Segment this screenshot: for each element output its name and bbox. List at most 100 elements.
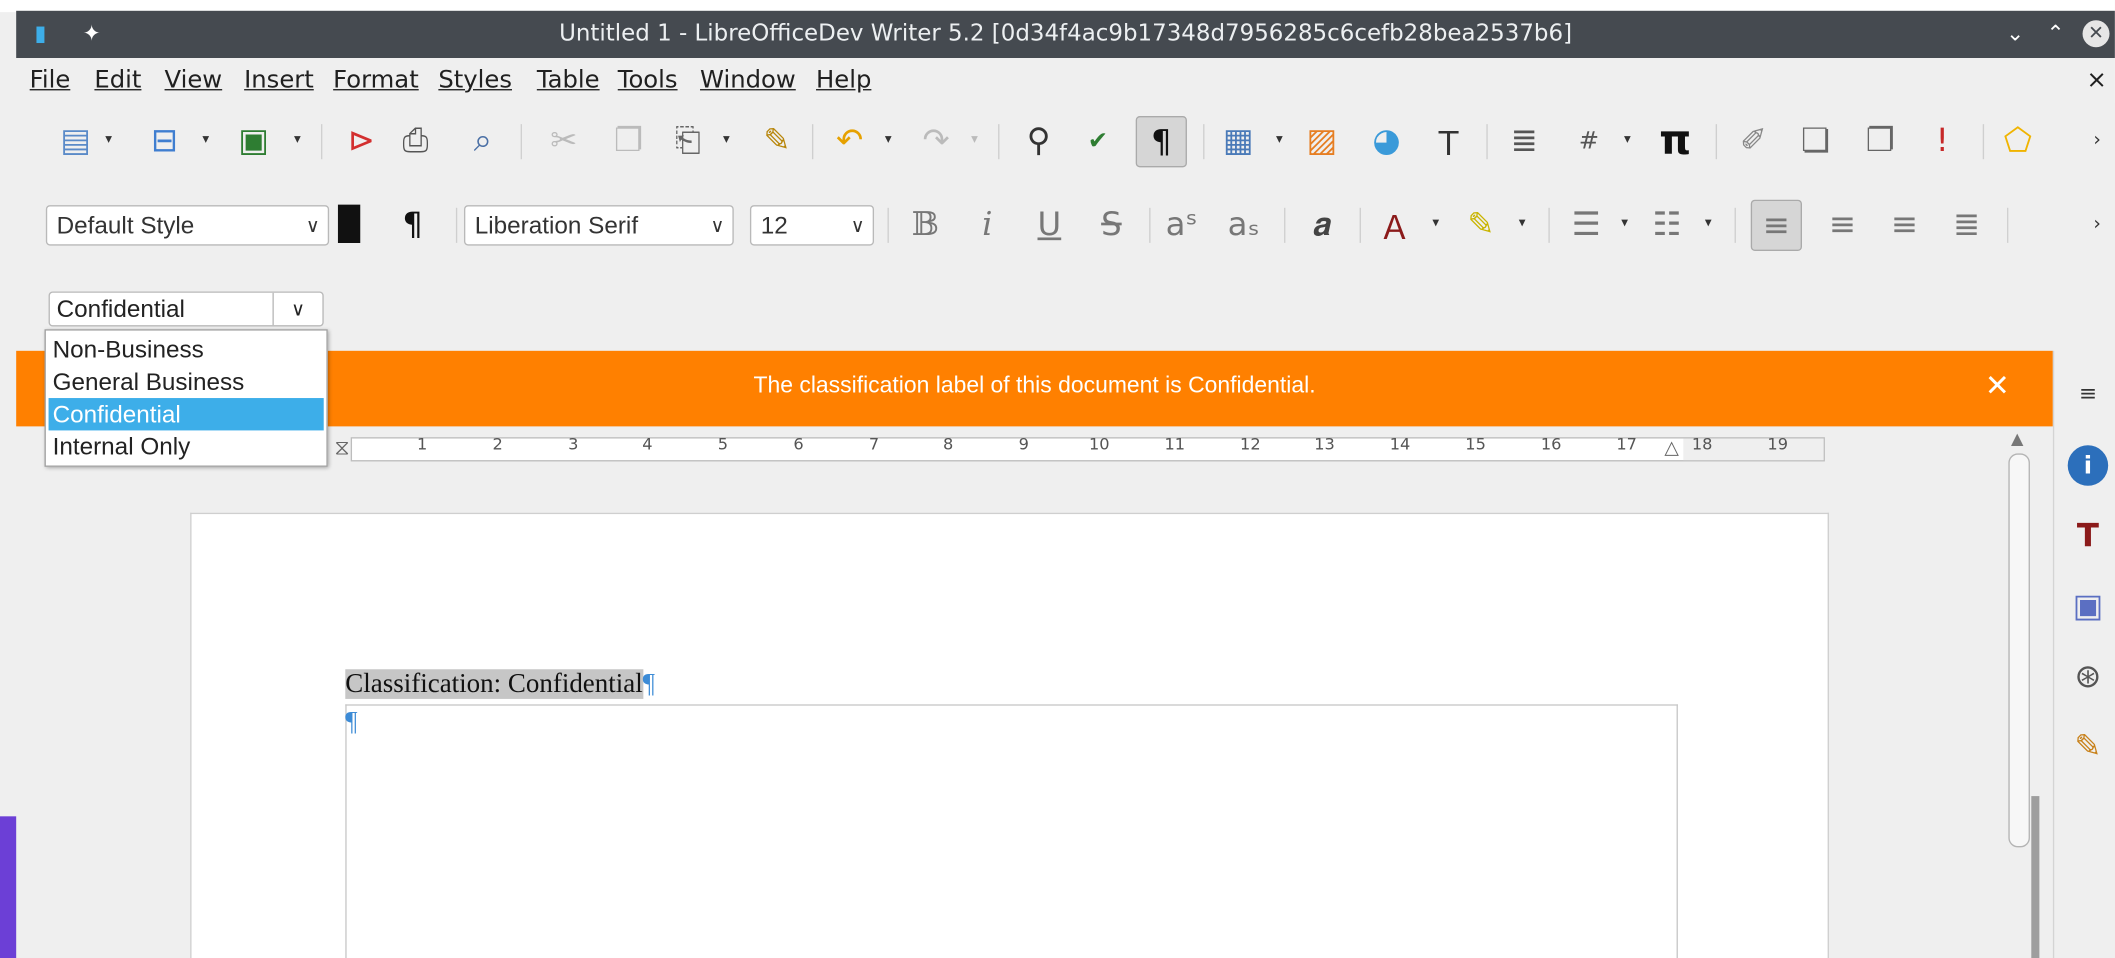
italic-icon[interactable]: i	[963, 200, 1012, 249]
chevron-down-icon[interactable]: ∨	[306, 206, 320, 244]
spelling-icon[interactable]: ✔	[1074, 116, 1123, 165]
gallery-icon[interactable]: ▣	[2065, 583, 2111, 629]
field-dropdown-icon[interactable]: ▾	[1624, 132, 1637, 147]
highlight-dropdown-icon[interactable]: ▾	[1519, 216, 1532, 231]
close-document-icon[interactable]: ×	[2086, 66, 2106, 94]
classification-option[interactable]: General Business	[49, 366, 324, 398]
superscript-icon[interactable]: aˢ	[1157, 200, 1206, 249]
toolbar-overflow-icon[interactable]: ›	[2093, 213, 2106, 235]
scrollbar-thumb[interactable]	[2008, 453, 2030, 848]
font-color-dropdown-icon[interactable]: ▾	[1432, 216, 1445, 231]
insert-image-icon[interactable]: ▨	[1298, 116, 1347, 165]
clear-formatting-icon[interactable]: 𝒂	[1298, 200, 1347, 249]
font-color-icon[interactable]: Ａ	[1370, 200, 1419, 249]
insert-chart-icon[interactable]: ◕	[1362, 116, 1411, 165]
paste-dropdown-icon[interactable]: ▾	[723, 132, 736, 147]
insert-hyperlink-icon[interactable]: ✐	[1729, 116, 1778, 165]
subscript-icon[interactable]: aₛ	[1219, 200, 1268, 249]
strikethrough-icon[interactable]: S	[1087, 200, 1136, 249]
menu-file[interactable]: File	[30, 66, 71, 94]
save-dropdown-icon[interactable]: ▾	[294, 132, 307, 147]
new-dropdown-icon[interactable]: ▾	[105, 132, 118, 147]
clone-formatting-icon[interactable]: ✎	[753, 116, 802, 165]
font-name-combo[interactable]: Liberation Serif ∨	[463, 205, 734, 246]
bold-icon[interactable]: 𝔹	[901, 200, 950, 249]
properties-icon[interactable]: i	[2067, 445, 2109, 486]
paragraph-style-combo[interactable]: Default Style ∨	[45, 205, 330, 246]
open-icon[interactable]: ⊟	[140, 116, 189, 165]
maximize-icon[interactable]: ⌃	[2042, 20, 2069, 47]
menu-format[interactable]: Format	[333, 66, 419, 94]
numbering-dropdown-icon[interactable]: ▾	[1705, 216, 1718, 231]
separator	[1715, 124, 1718, 160]
chevron-down-icon[interactable]: ∨	[710, 206, 724, 244]
unordered-list-icon[interactable]: ☰	[1562, 200, 1611, 249]
close-window-icon[interactable]: ✕	[2082, 20, 2110, 48]
title-bar[interactable]: ▮ ✦ Untitled 1 - LibreOfficeDev Writer 5…	[16, 10, 2115, 59]
insert-shape-icon[interactable]: ⬠	[1994, 116, 2043, 165]
new-style-icon[interactable]: ¶	[388, 200, 437, 249]
classification-option[interactable]: Non-Business	[49, 333, 324, 365]
close-infobar-icon[interactable]: ✕	[1985, 370, 2010, 404]
classification-option-selected[interactable]: Confidential	[48, 398, 324, 431]
left-indent-marker-icon[interactable]: ⧖	[335, 434, 350, 461]
menu-table[interactable]: Table	[537, 66, 600, 94]
align-center-icon[interactable]: ≡	[1818, 200, 1867, 249]
print-preview-icon[interactable]: ⌕	[459, 116, 508, 165]
table-dropdown-icon[interactable]: ▾	[1276, 132, 1289, 147]
minimize-icon[interactable]: ⌄	[2002, 20, 2029, 47]
insert-comment-icon[interactable]: !	[1918, 116, 1967, 165]
vertical-scrollbar[interactable]: ▲	[2004, 429, 2040, 958]
sidebar-handle[interactable]	[2031, 796, 2040, 958]
toolbar-overflow-icon[interactable]: ›	[2093, 130, 2106, 152]
update-style-icon[interactable]: ▉	[326, 200, 375, 249]
sidebar-menu-icon[interactable]: ≡	[2065, 370, 2111, 416]
save-icon[interactable]: ▣	[229, 116, 278, 165]
print-icon[interactable]: ⎙	[391, 116, 440, 165]
insert-page-break-icon[interactable]: ≣	[1500, 116, 1549, 165]
scroll-up-icon[interactable]: ▲	[2011, 429, 2023, 448]
insert-field-icon[interactable]: #	[1565, 116, 1614, 165]
find-replace-icon[interactable]: ⚲	[1014, 116, 1063, 165]
menu-insert[interactable]: Insert	[244, 66, 314, 94]
right-indent-marker-icon[interactable]: △	[1664, 437, 1679, 459]
chevron-down-icon[interactable]: ∨	[272, 292, 322, 326]
chevron-down-icon[interactable]: ∨	[851, 206, 865, 244]
classification-field[interactable]: Classification: Confidential¶	[345, 669, 655, 700]
align-left-icon[interactable]: ≡	[1750, 199, 1802, 251]
open-dropdown-icon[interactable]: ▾	[202, 132, 215, 147]
menu-view[interactable]: View	[165, 66, 223, 94]
highlighting-icon[interactable]: ✎	[1457, 200, 1506, 249]
navigator-icon[interactable]: ⊛	[2065, 653, 2111, 699]
insert-footnote-icon[interactable]: ❏	[1791, 116, 1840, 165]
justify-icon[interactable]: ≣	[1942, 200, 1991, 249]
menu-window[interactable]: Window	[700, 66, 796, 94]
copy-icon[interactable]: ❐	[604, 116, 653, 165]
font-size-combo[interactable]: 12 ∨	[749, 205, 875, 246]
new-document-icon[interactable]: ▤	[51, 116, 100, 165]
menu-tools[interactable]: Tools	[618, 66, 678, 94]
insert-textbox-icon[interactable]: Ｔ	[1424, 116, 1473, 165]
bullet-dropdown-icon[interactable]: ▾	[1621, 216, 1634, 231]
undo-icon[interactable]: ↶	[825, 116, 874, 165]
styles-icon[interactable]: T	[2065, 513, 2111, 559]
manage-changes-icon[interactable]: ✎	[2065, 723, 2111, 769]
insert-endnote-icon[interactable]: ❐	[1856, 116, 1905, 165]
align-right-icon[interactable]: ≡	[1880, 200, 1929, 249]
insert-table-icon[interactable]: ▦	[1214, 116, 1263, 165]
insert-formula-icon[interactable]: π	[1651, 116, 1700, 165]
formatting-marks-icon[interactable]: ¶	[1135, 116, 1187, 168]
classification-combo[interactable]: Confidential ∨	[48, 291, 324, 327]
paste-icon[interactable]: ⎗	[664, 116, 713, 165]
undo-dropdown-icon[interactable]: ▾	[885, 132, 898, 147]
redo-icon[interactable]: ↷	[912, 116, 961, 165]
menu-help[interactable]: Help	[816, 66, 871, 94]
redo-dropdown-icon[interactable]: ▾	[971, 132, 984, 147]
underline-icon[interactable]: U	[1025, 200, 1074, 249]
menu-edit[interactable]: Edit	[94, 66, 141, 94]
export-pdf-icon[interactable]: ⊳	[337, 116, 386, 165]
menu-styles[interactable]: Styles	[438, 66, 512, 94]
ordered-list-icon[interactable]: ☷	[1643, 200, 1692, 249]
cut-icon[interactable]: ✂	[540, 116, 589, 165]
classification-option[interactable]: Internal Only	[49, 430, 324, 462]
